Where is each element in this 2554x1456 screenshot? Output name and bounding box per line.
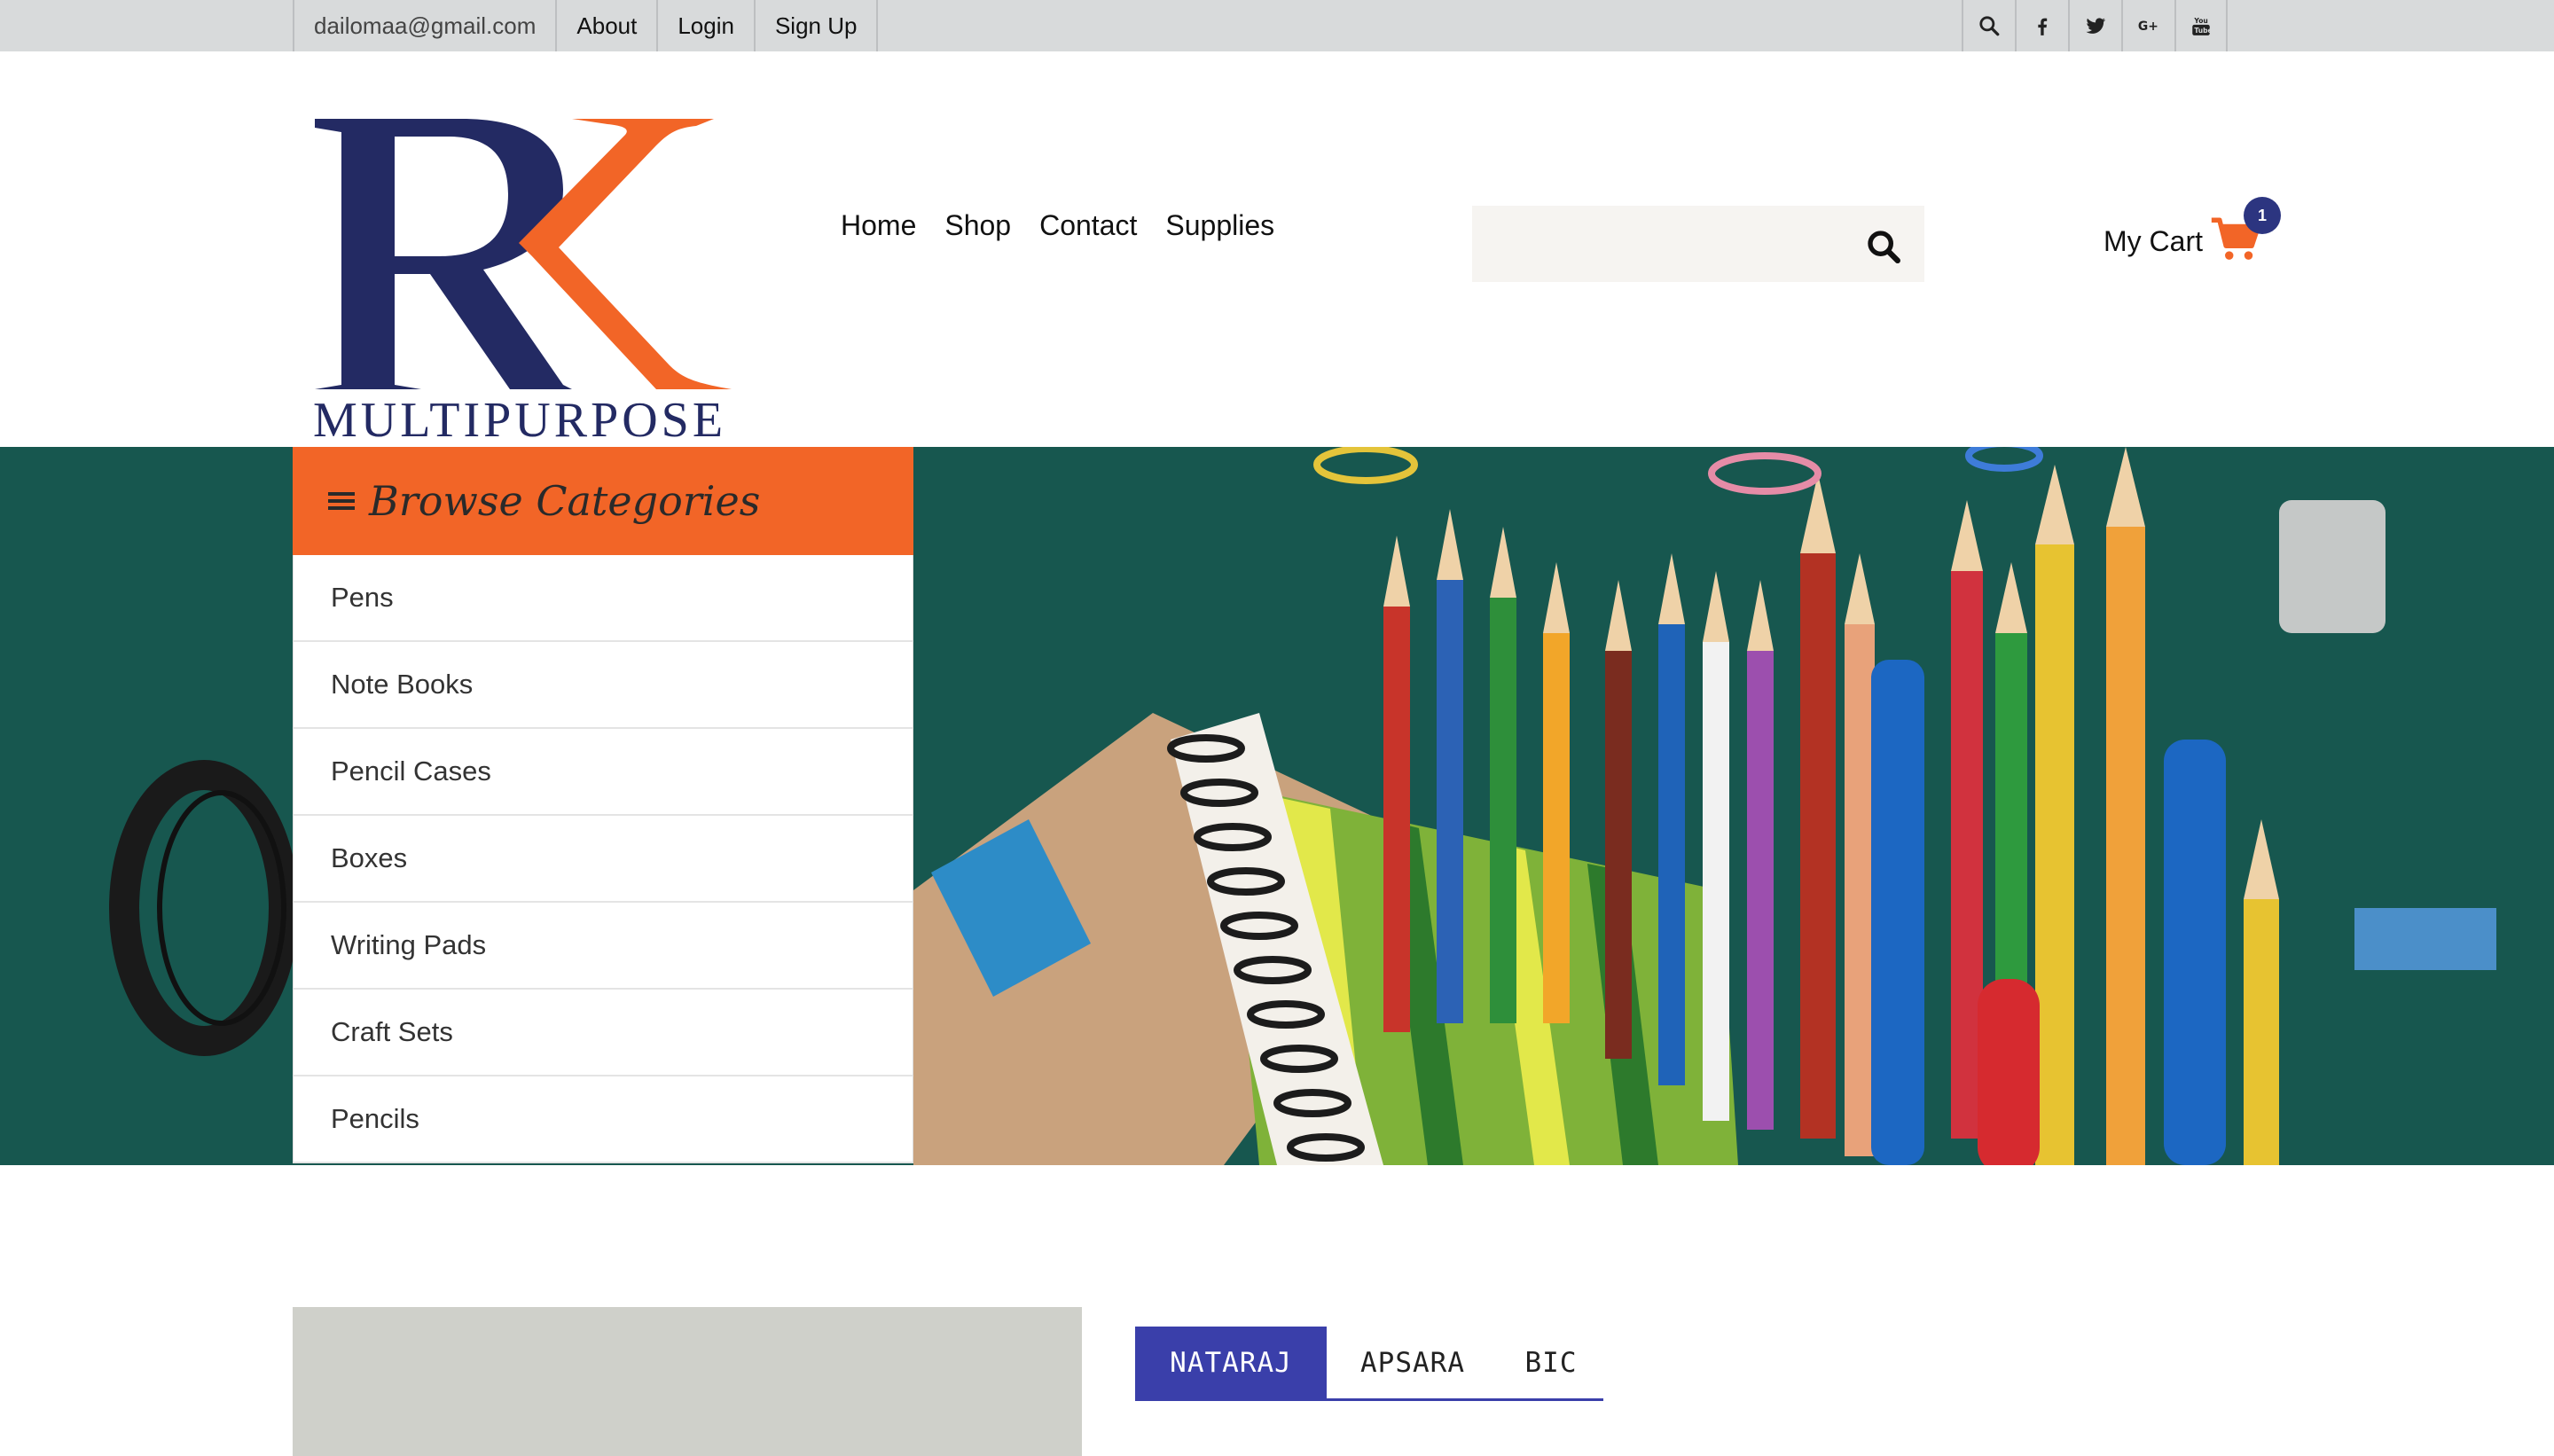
- category-boxes[interactable]: Boxes: [293, 816, 913, 903]
- tab-nataraj[interactable]: NATARAJ: [1135, 1327, 1327, 1398]
- category-pencils[interactable]: Pencils: [293, 1076, 913, 1163]
- search-icon[interactable]: [1962, 0, 2015, 51]
- browse-categories-panel: Browse Categories Pens Note Books Pencil…: [293, 447, 913, 1163]
- login-link[interactable]: Login: [656, 0, 754, 51]
- google-plus-icon[interactable]: G+: [2121, 0, 2174, 51]
- signup-link[interactable]: Sign Up: [753, 0, 879, 51]
- rk-logo-mark: [315, 119, 732, 389]
- nav-supplies[interactable]: Supplies: [1165, 209, 1274, 242]
- nav-contact[interactable]: Contact: [1039, 209, 1137, 242]
- main-navigation: Home Shop Contact Supplies: [841, 209, 1274, 242]
- contact-email[interactable]: dailomaa@gmail.com: [293, 0, 555, 51]
- svg-text:You: You: [2193, 17, 2207, 25]
- top-bar: dailomaa@gmail.com About Login Sign Up G…: [0, 0, 2554, 51]
- facebook-icon[interactable]: [2015, 0, 2068, 51]
- site-header: MULTIPURPOSE Home Shop Contact Supplies …: [0, 51, 2554, 448]
- search-input[interactable]: [1472, 206, 1845, 282]
- promo-image-placeholder: [293, 1307, 1082, 1456]
- hamburger-menu-icon: [328, 492, 355, 510]
- category-writing-pads[interactable]: Writing Pads: [293, 903, 913, 990]
- category-note-books[interactable]: Note Books: [293, 642, 913, 729]
- nav-home[interactable]: Home: [841, 209, 916, 242]
- brand-tabs: NATARAJ APSARA BIC: [1135, 1327, 1603, 1401]
- cart-count-badge: 1: [2244, 197, 2281, 234]
- social-icons: G+ You Tube: [1962, 0, 2228, 51]
- category-pens[interactable]: Pens: [293, 555, 913, 642]
- cart-button[interactable]: My Cart 1: [2104, 197, 2281, 266]
- category-craft-sets[interactable]: Craft Sets: [293, 990, 913, 1076]
- about-link[interactable]: About: [555, 0, 656, 51]
- svg-text:Tube: Tube: [2194, 27, 2212, 35]
- tab-bic[interactable]: BIC: [1499, 1327, 1603, 1398]
- twitter-icon[interactable]: [2068, 0, 2121, 51]
- search-button[interactable]: [1866, 229, 1901, 264]
- category-list: Pens Note Books Pencil Cases Boxes Writi…: [293, 555, 913, 1163]
- cart-icon: 1: [2210, 197, 2281, 266]
- nav-shop[interactable]: Shop: [944, 209, 1011, 242]
- browse-categories-title: Browse Categories: [369, 477, 761, 525]
- cart-label: My Cart: [2104, 224, 2203, 257]
- youtube-icon[interactable]: You Tube: [2174, 0, 2228, 51]
- top-bar-links: dailomaa@gmail.com About Login Sign Up: [293, 0, 879, 51]
- site-logo[interactable]: MULTIPURPOSE: [306, 83, 749, 474]
- logo-wordmark: MULTIPURPOSE: [313, 393, 727, 448]
- browse-categories-header[interactable]: Browse Categories: [293, 447, 913, 555]
- svg-text:G+: G+: [2138, 20, 2158, 34]
- search-bar: [1472, 206, 1924, 282]
- search-icon: [1868, 231, 1900, 263]
- tab-apsara[interactable]: APSARA: [1327, 1327, 1499, 1398]
- category-pencil-cases[interactable]: Pencil Cases: [293, 729, 913, 816]
